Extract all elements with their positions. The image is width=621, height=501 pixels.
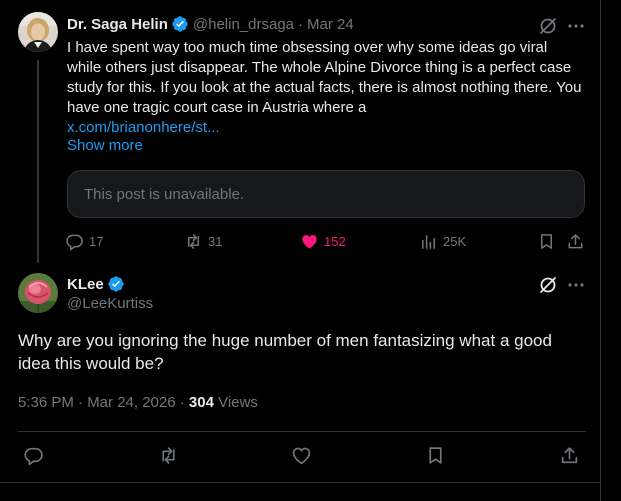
bookmark-button[interactable]: [425, 444, 446, 466]
right-gutter: [601, 0, 621, 501]
like-icon: [292, 447, 311, 464]
grok-icon[interactable]: [538, 16, 558, 36]
bookmark-icon: [429, 446, 442, 464]
divider: [18, 431, 586, 432]
post-date[interactable]: Mar 24: [307, 16, 354, 33]
quote-unavailable-text: This post is unavailable.: [84, 186, 245, 203]
post-saga-helin[interactable]: Dr. Saga Helin @helin_drsaga · Mar 24 I …: [0, 0, 601, 263]
avatar[interactable]: [18, 273, 58, 313]
post-body: I have spent way too much time obsessing…: [67, 39, 582, 116]
views-count: 304: [188, 394, 214, 411]
repost-count: 31: [208, 233, 223, 249]
avatar[interactable]: [18, 12, 58, 52]
show-more-link[interactable]: Show more: [67, 137, 143, 154]
timeline-column: Dr. Saga Helin @helin_drsaga · Mar 24 I …: [0, 0, 601, 501]
author-name[interactable]: Dr. Saga Helin: [67, 16, 168, 33]
share-icon: [568, 233, 583, 248]
share-icon: [561, 446, 578, 463]
repost-icon: [187, 233, 200, 249]
verified-badge-icon: [107, 275, 125, 293]
post-timestamp[interactable]: 5:36 PM · Mar 24, 2026 ·: [18, 394, 189, 411]
share-button[interactable]: [566, 230, 585, 252]
share-button[interactable]: [559, 444, 580, 466]
author-name[interactable]: KLee: [67, 276, 104, 293]
post-actions: [18, 444, 586, 466]
views-icon: [422, 234, 435, 249]
post-link[interactable]: x.com/brianonhere/st...: [67, 119, 220, 136]
grok-icon[interactable]: [538, 275, 558, 295]
post-klee-focused: KLee @LeeKurtiss Why are you ignoring th…: [0, 263, 601, 501]
author-handle[interactable]: @helin_drsaga: [193, 16, 294, 33]
more-icon[interactable]: [566, 16, 586, 36]
bookmark-icon: [540, 233, 553, 249]
bookmark-button[interactable]: [537, 230, 556, 252]
like-icon: [302, 234, 317, 249]
views-button[interactable]: 25K: [419, 230, 466, 252]
views-count: 25K: [443, 233, 467, 249]
reply-icon: [24, 447, 43, 465]
post-actions: 17 31 152 25K: [65, 230, 587, 252]
post-header: Dr. Saga Helin @helin_drsaga · Mar 24: [67, 15, 354, 33]
post-header: KLee: [67, 275, 129, 293]
bottom-divider: [0, 482, 601, 483]
author-handle[interactable]: @LeeKurtiss: [67, 295, 153, 312]
header-separator: ·: [298, 15, 304, 33]
post-text: Why are you ignoring the huge number of …: [18, 331, 552, 373]
post-text: I have spent way too much time obsessing…: [67, 38, 582, 138]
post-metadata: 5:36 PM · Mar 24, 2026 · 304 Views: [18, 394, 258, 411]
verified-badge-icon: [171, 15, 189, 33]
like-button[interactable]: 152: [300, 230, 346, 252]
like-button[interactable]: [291, 444, 312, 466]
repost-button[interactable]: 31: [184, 230, 222, 252]
views-label: Views: [213, 394, 258, 411]
reply-button[interactable]: [23, 444, 44, 466]
reply-button[interactable]: 17: [65, 230, 103, 252]
repost-button[interactable]: [158, 444, 179, 466]
reply-icon: [66, 234, 83, 250]
repost-icon: [162, 446, 175, 464]
like-count: 152: [324, 233, 346, 249]
more-icon[interactable]: [566, 275, 586, 295]
reply-count: 17: [89, 233, 104, 249]
quoted-post-unavailable: This post is unavailable.: [67, 170, 585, 218]
